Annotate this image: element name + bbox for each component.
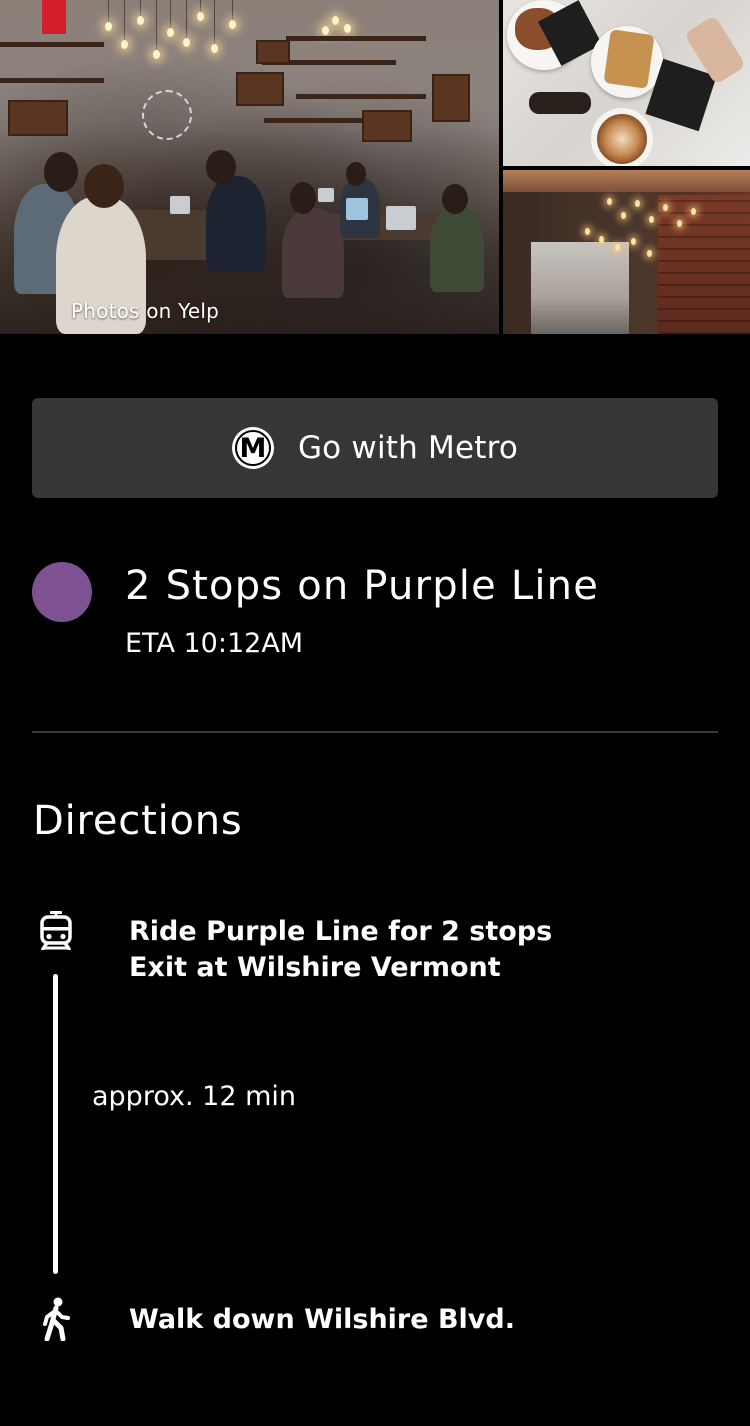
section-divider (32, 731, 718, 733)
photo-gallery[interactable]: Photos on Yelp (0, 0, 750, 334)
step-ride-instruction: Ride Purple Line for 2 stops (129, 916, 553, 947)
step-duration: approx. 12 min (92, 1081, 297, 1112)
photo-source-caption: Photos on Yelp (71, 299, 220, 323)
route-timeline-line (53, 974, 58, 1274)
route-eta: ETA 10:12AM (125, 628, 304, 659)
step-exit-instruction: Exit at Wilshire Vermont (129, 952, 501, 983)
train-icon (34, 908, 78, 952)
step-walk-instruction: Walk down Wilshire Blvd. (129, 1304, 515, 1335)
walk-icon (34, 1297, 78, 1341)
metro-button-label: Go with Metro (297, 430, 519, 466)
metro-logo-icon: M (231, 427, 274, 469)
purple-line-indicator (32, 562, 92, 622)
gallery-photo-cafe-interior[interactable]: Photos on Yelp (0, 0, 499, 334)
wall-clock (142, 90, 192, 140)
directions-heading: Directions (33, 798, 243, 844)
wall-sign (42, 0, 66, 34)
gallery-photo-storefront[interactable] (503, 170, 750, 334)
go-with-metro-button[interactable]: M Go with Metro (32, 398, 718, 498)
gallery-photo-food[interactable] (503, 0, 750, 166)
route-title: 2 Stops on Purple Line (125, 563, 599, 609)
